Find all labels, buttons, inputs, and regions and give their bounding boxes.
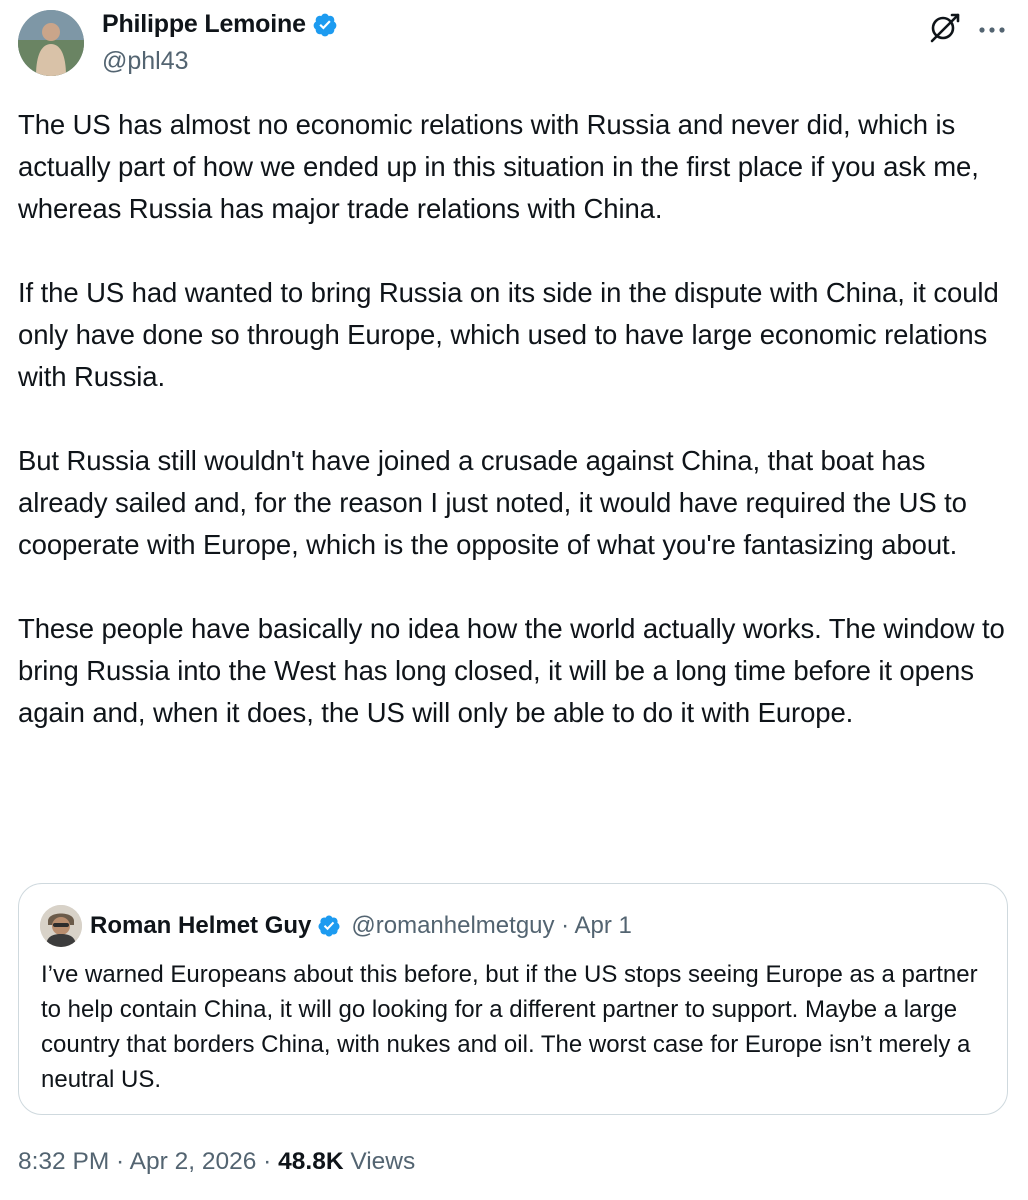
views-label: Views — [350, 1148, 416, 1175]
separator: · — [109, 1148, 130, 1175]
quoted-author-handle-date: @romanhelmetguy · Apr 1 — [351, 912, 632, 939]
tweet-date[interactable]: Apr 2, 2026 — [130, 1148, 257, 1175]
quoted-tweet-text: I’ve warned Europeans about this before,… — [41, 961, 978, 1093]
tweet-paragraph-1: The US has almost no economic relations … — [18, 109, 979, 224]
quoted-tweet-header: Roman Helmet Guy @romanhelmetguy · Apr 1 — [90, 912, 632, 940]
author-handle[interactable]: @phl43 — [102, 47, 189, 76]
tweet-footer: 8:32 PM · Apr 2, 2026 · 48.8K Views — [18, 1148, 415, 1176]
tweet-paragraph-3: But Russia still wouldn't have joined a … — [18, 445, 967, 560]
author-name-row: Philippe Lemoine — [102, 10, 338, 39]
tweet-text: The US has almost no economic relations … — [18, 104, 1014, 734]
quoted-tweet-card[interactable]: Roman Helmet Guy @romanhelmetguy · Apr 1… — [18, 883, 1008, 1115]
verified-badge-icon[interactable] — [312, 12, 338, 38]
author-avatar-image — [18, 10, 84, 76]
separator: · — [256, 1148, 279, 1175]
grok-icon[interactable] — [928, 10, 962, 44]
quoted-author-avatar — [40, 905, 82, 947]
quoted-author-name: Roman Helmet Guy — [90, 912, 312, 939]
author-avatar[interactable] — [18, 10, 84, 76]
more-options-icon[interactable] — [978, 22, 1006, 33]
author-name[interactable]: Philippe Lemoine — [102, 10, 306, 39]
verified-badge-icon — [317, 914, 341, 938]
tweet-time[interactable]: 8:32 PM — [18, 1148, 109, 1175]
views-count[interactable]: 48.8K — [278, 1148, 343, 1175]
tweet-paragraph-2: If the US had wanted to bring Russia on … — [18, 277, 999, 392]
tweet-paragraph-4: These people have basically no idea how … — [18, 613, 1005, 728]
